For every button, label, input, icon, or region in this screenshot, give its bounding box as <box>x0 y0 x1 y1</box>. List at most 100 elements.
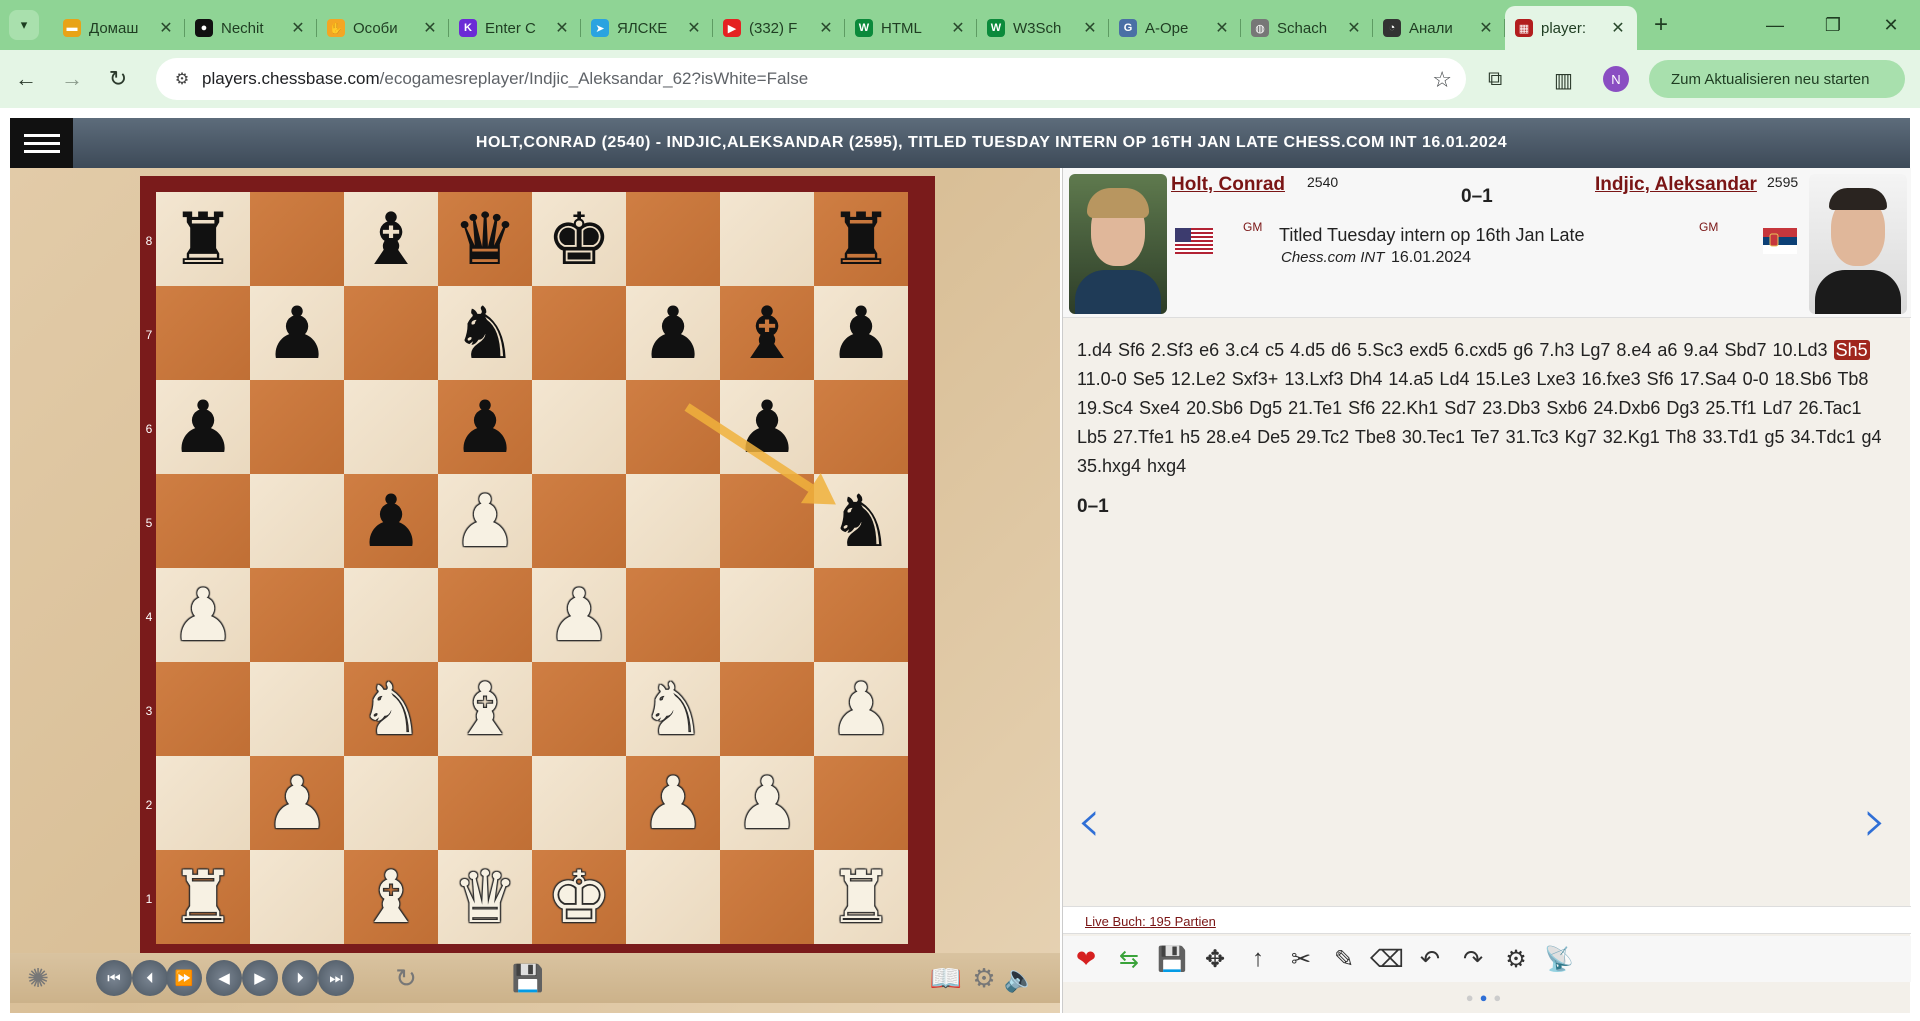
page-dots[interactable]: ●●● <box>1063 990 1910 1005</box>
square-d4[interactable] <box>438 568 532 662</box>
square-c3[interactable]: ♞ <box>344 662 438 756</box>
tab-close-icon[interactable]: ✕ <box>1609 18 1627 38</box>
square-d6[interactable]: ♟ <box>438 380 532 474</box>
tab-close-icon[interactable]: ✕ <box>1345 18 1363 38</box>
first-move-icon[interactable]: ⏮ <box>96 960 132 996</box>
share-icon[interactable]: ⇆ <box>1112 944 1146 974</box>
white-pawn-piece[interactable]: ♟ <box>453 485 518 557</box>
square-a1[interactable]: ♜ <box>156 850 250 944</box>
black-king-piece[interactable]: ♚ <box>547 203 612 275</box>
white-queen-piece[interactable]: ♛ <box>453 861 518 933</box>
white-knight-piece[interactable]: ♞ <box>641 673 706 745</box>
browser-tab[interactable]: ▦ player: ✕ <box>1505 6 1637 50</box>
square-e8[interactable]: ♚ <box>532 192 626 286</box>
move-notation[interactable]: 1.d4 Sf6 2.Sf3 e6 3.c4 c5 4.d5 d6 5.Sc3 … <box>1077 336 1897 481</box>
tab-close-icon[interactable]: ✕ <box>685 18 703 38</box>
tab-close-icon[interactable]: ✕ <box>1081 18 1099 38</box>
promote-icon[interactable]: ↑ <box>1241 944 1275 974</box>
square-e6[interactable] <box>532 380 626 474</box>
browser-tab[interactable]: ✋ Особи ✕ <box>317 10 449 46</box>
square-d8[interactable]: ♛ <box>438 192 532 286</box>
black-player-name[interactable]: Indjic, Aleksandar <box>1595 174 1757 196</box>
square-a6[interactable]: ♟ <box>156 380 250 474</box>
black-pawn-piece[interactable]: ♟ <box>265 297 330 369</box>
black-rook-piece[interactable]: ♜ <box>171 203 236 275</box>
gear-icon[interactable]: ⚙ <box>966 960 1002 996</box>
square-g3[interactable] <box>720 662 814 756</box>
browser-tab[interactable]: W W3Sch ✕ <box>977 10 1109 46</box>
square-g6[interactable]: ♟ <box>720 380 814 474</box>
white-bishop-piece[interactable]: ♝ <box>453 673 518 745</box>
back-icon[interactable]: ◀ <box>206 960 242 996</box>
next-move-icon[interactable]: ⏵ <box>282 960 318 996</box>
tab-close-icon[interactable]: ✕ <box>553 18 571 38</box>
prev-arrow-icon[interactable]: ‹ <box>1077 786 1101 856</box>
square-g4[interactable] <box>720 568 814 662</box>
black-queen-piece[interactable]: ♛ <box>453 203 518 275</box>
square-c8[interactable]: ♝ <box>344 192 438 286</box>
tab-close-icon[interactable]: ✕ <box>421 18 439 38</box>
square-d3[interactable]: ♝ <box>438 662 532 756</box>
square-f5[interactable] <box>626 474 720 568</box>
black-knight-piece[interactable]: ♞ <box>829 485 894 557</box>
square-d2[interactable] <box>438 756 532 850</box>
white-pawn-piece[interactable]: ♟ <box>735 767 800 839</box>
white-pawn-piece[interactable]: ♟ <box>641 767 706 839</box>
square-f3[interactable]: ♞ <box>626 662 720 756</box>
square-b7[interactable]: ♟ <box>250 286 344 380</box>
square-g5[interactable] <box>720 474 814 568</box>
square-e4[interactable]: ♟ <box>532 568 626 662</box>
browser-tab[interactable]: ▬ Домаш ✕ <box>53 10 185 46</box>
square-g8[interactable] <box>720 192 814 286</box>
square-a3[interactable] <box>156 662 250 756</box>
chessboard[interactable]: ♜ ♝ ♛ ♚ ♜ ♟ ♞ ♟ ♝ ♟ ♟ ♟ ♟ ♟ ♟ ♞ ♟ ♟ ♞ ♝ ♞ ♟ ♟ ♟ ♟ ♜ ♝ ♛ ♚ ♜ <box>156 192 908 944</box>
url-input[interactable]: ⚙ players.chessbase.com/ecogamesreplayer… <box>156 58 1466 100</box>
tab-close-icon[interactable]: ✕ <box>817 18 835 38</box>
browser-tab[interactable]: ➤ ЯЛСКЕ ✕ <box>581 10 713 46</box>
autoplay-icon[interactable]: ⏩ <box>166 960 202 996</box>
square-a4[interactable]: ♟ <box>156 568 250 662</box>
square-g2[interactable]: ♟ <box>720 756 814 850</box>
square-g1[interactable] <box>720 850 814 944</box>
browser-tab[interactable]: ◔ Анали ✕ <box>1373 10 1505 46</box>
square-d5[interactable]: ♟ <box>438 474 532 568</box>
square-b2[interactable]: ♟ <box>250 756 344 850</box>
square-d1[interactable]: ♛ <box>438 850 532 944</box>
live-icon[interactable]: 📡 <box>1542 944 1576 974</box>
prev-move-icon[interactable]: ⏴ <box>132 960 168 996</box>
square-c6[interactable] <box>344 380 438 474</box>
last-move-icon[interactable]: ⏭ <box>318 960 354 996</box>
square-f4[interactable] <box>626 568 720 662</box>
square-f2[interactable]: ♟ <box>626 756 720 850</box>
close-window-button[interactable]: ✕ <box>1862 0 1920 50</box>
square-b4[interactable] <box>250 568 344 662</box>
square-a2[interactable] <box>156 756 250 850</box>
white-rook-piece[interactable]: ♜ <box>171 861 236 933</box>
square-b6[interactable] <box>250 380 344 474</box>
black-pawn-piece[interactable]: ♟ <box>829 297 894 369</box>
square-h7[interactable]: ♟ <box>814 286 908 380</box>
redo-icon[interactable]: ↷ <box>1456 944 1490 974</box>
square-e2[interactable] <box>532 756 626 850</box>
square-b3[interactable] <box>250 662 344 756</box>
hamburger-menu-icon[interactable] <box>10 118 73 168</box>
black-bishop-piece[interactable]: ♝ <box>735 297 800 369</box>
flip-board-icon[interactable]: ↻ <box>388 960 424 996</box>
tab-close-icon[interactable]: ✕ <box>157 18 175 38</box>
tab-close-icon[interactable]: ✕ <box>1213 18 1231 38</box>
white-pawn-piece[interactable]: ♟ <box>265 767 330 839</box>
square-c2[interactable] <box>344 756 438 850</box>
engine-icon[interactable]: ⚙ <box>1499 944 1533 974</box>
square-f7[interactable]: ♟ <box>626 286 720 380</box>
white-rook-piece[interactable]: ♜ <box>829 861 894 933</box>
square-c7[interactable] <box>344 286 438 380</box>
black-knight-piece[interactable]: ♞ <box>453 297 518 369</box>
live-book-link[interactable]: Live Buch: 195 Partien <box>1085 914 1216 929</box>
square-g7[interactable]: ♝ <box>720 286 814 380</box>
tab-close-icon[interactable]: ✕ <box>1477 18 1495 38</box>
square-e5[interactable] <box>532 474 626 568</box>
black-pawn-piece[interactable]: ♟ <box>359 485 424 557</box>
browser-tab[interactable]: ▶ (332) F ✕ <box>713 10 845 46</box>
white-king-piece[interactable]: ♚ <box>547 861 612 933</box>
square-f1[interactable] <box>626 850 720 944</box>
